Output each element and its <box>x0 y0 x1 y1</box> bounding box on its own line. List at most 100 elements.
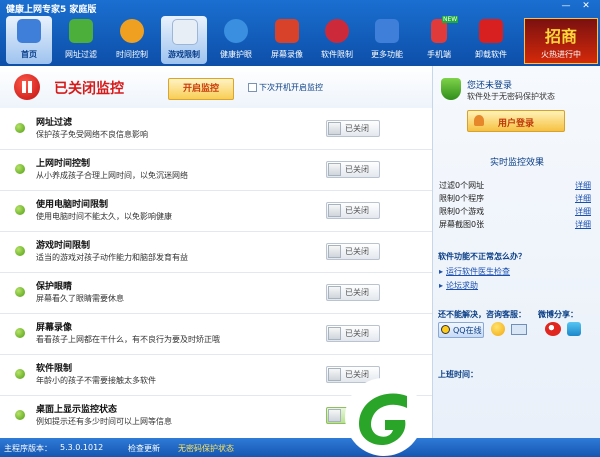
toggle-knob <box>328 286 341 299</box>
feature-desc: 使用电脑时间不能太久，以免影响健康 <box>36 212 172 221</box>
status-dot-icon <box>15 246 25 256</box>
metric-detail-link[interactable]: 详细 <box>575 219 591 230</box>
shield-icon <box>441 78 461 100</box>
close-button[interactable]: ✕ <box>578 1 594 12</box>
consult-title: 还不能解决，咨询客服： <box>438 310 526 319</box>
disc-icon <box>325 19 349 43</box>
metric-detail-link[interactable]: 详细 <box>575 180 591 191</box>
status-dot-icon <box>15 287 25 297</box>
tool-uninstall[interactable]: 卸载软件 <box>468 16 514 64</box>
toggle-knob <box>328 368 341 381</box>
header: 健康上网专家5 家庭版 — ✕ 首页 网址过滤 时间控制 游戏限制 健康护眼 屏… <box>0 0 600 66</box>
status-dot-icon <box>15 369 25 379</box>
start-monitor-button[interactable]: 开启监控 <box>168 78 234 100</box>
toggle-knob <box>328 409 341 422</box>
feature-row-url-filter: 网址过滤 保护孩子免受网络不良信息影响 已关闭 <box>0 108 432 150</box>
link-text: 运行软件医生检查 <box>446 267 511 276</box>
login-button-label: 用户登录 <box>498 119 535 129</box>
qq-online-button[interactable]: QQ在线 <box>438 322 484 338</box>
feature-name: 保护眼睛 <box>36 282 73 292</box>
tencent-weibo-icon[interactable] <box>567 322 581 336</box>
feature-toggle[interactable]: 已关闭 <box>326 243 380 260</box>
feature-toggle[interactable]: 已关闭 <box>326 120 380 137</box>
mail-icon[interactable] <box>511 324 527 335</box>
arrow-icon: ▸ <box>439 267 444 276</box>
feature-row-screen-record: 屏幕录像 看看孩子上网都在干什么，有不良行为要及时矫正哦 已关闭 <box>0 313 432 355</box>
toggle-label: 已关闭 <box>345 247 369 256</box>
feature-desc: 从小养成孩子合理上网时间，以免沉迷网络 <box>36 171 188 180</box>
tool-screen-record[interactable]: 屏幕录像 <box>264 16 310 64</box>
eye-icon <box>224 19 248 43</box>
window-title: 健康上网专家5 家庭版 <box>6 5 97 15</box>
tool-time-control[interactable]: 时间控制 <box>109 16 155 64</box>
tool-eye-care[interactable]: 健康护眼 <box>213 16 259 64</box>
camera-icon <box>275 19 299 43</box>
user-login-button[interactable]: 用户登录 <box>467 110 565 132</box>
toggle-label: 已关闭 <box>345 206 369 215</box>
status-dot-icon <box>15 164 25 174</box>
feature-desc: 年龄小的孩子不需要接触太多软件 <box>36 376 156 385</box>
tool-home[interactable]: 首页 <box>6 16 52 64</box>
status-dot-icon <box>15 205 25 215</box>
version-label: 主程序版本： <box>4 444 52 453</box>
tool-url-filter[interactable]: 网址过滤 <box>58 16 104 64</box>
metric-detail-link[interactable]: 详细 <box>575 193 591 204</box>
monitor-status-title: 已关闭监控 <box>54 81 124 97</box>
right-panel: 您还未登录 软件处于无密码保护状态 用户登录 实时监控效果 过滤0个网址 详细 … <box>432 66 600 442</box>
metric-text: 屏幕截图0张 <box>439 220 485 229</box>
worktime-label: 上班时间： <box>438 370 478 379</box>
weibo-icon[interactable] <box>545 322 561 336</box>
feature-name: 软件限制 <box>36 364 73 374</box>
toggle-label: 已关闭 <box>345 288 369 297</box>
home-icon <box>17 19 41 43</box>
feature-desc: 看看孩子上网都在干什么，有不良行为要及时矫正哦 <box>36 335 220 344</box>
metric-text: 限制0个游戏 <box>439 207 485 216</box>
feature-row-internet-time: 上网时间控制 从小养成孩子合理上网时间，以免沉迷网络 已关闭 <box>0 149 432 191</box>
realtime-title: 实时监控效果 <box>489 158 544 168</box>
metric-text: 过滤0个网址 <box>439 181 485 190</box>
tool-software-limit[interactable]: 软件限制 <box>314 16 360 64</box>
qq-icon <box>441 325 450 334</box>
minimize-button[interactable]: — <box>558 1 574 12</box>
software-doctor-link[interactable]: ▸ 运行软件医生检查 <box>439 266 510 277</box>
share-title: 微博分享： <box>538 310 578 319</box>
promo-banner[interactable]: 招商 火热进行中 <box>524 18 598 64</box>
toggle-knob <box>328 245 341 258</box>
toggle-label: 已关闭 <box>345 329 369 338</box>
tool-mobile[interactable]: NEW 手机端 <box>416 16 462 64</box>
forum-help-link[interactable]: ▸ 论坛求助 <box>439 280 478 291</box>
tool-label: 更多功能 <box>371 50 403 59</box>
toggle-knob <box>328 327 341 340</box>
promo-main-text: 招商 <box>544 27 577 46</box>
login-status-title: 您还未登录 <box>467 81 513 91</box>
feature-desc: 保护孩子免受网络不良信息影响 <box>36 130 148 139</box>
version-value: 5.3.0.1012 <box>60 443 104 452</box>
user-icon <box>474 115 484 126</box>
feature-row-game-time: 游戏时间限制 适当的游戏对孩子动作能力和脑部发育有益 已关闭 <box>0 231 432 273</box>
autostart-checkbox[interactable] <box>248 83 257 92</box>
tool-more[interactable]: 更多功能 <box>364 16 410 64</box>
metric-detail-link[interactable]: 详细 <box>575 206 591 217</box>
feature-toggle[interactable]: 已关闭 <box>326 202 380 219</box>
shield-icon <box>69 19 93 43</box>
check-update-link[interactable]: 检查更新 <box>128 443 160 454</box>
feature-row-eye-care: 保护眼睛 屏幕看久了眼睛需要休息 已关闭 <box>0 272 432 314</box>
feature-toggle[interactable]: 已关闭 <box>326 284 380 301</box>
feature-toggle[interactable]: 已关闭 <box>326 325 380 342</box>
new-badge: NEW <box>442 16 459 23</box>
tool-game-limit[interactable]: 游戏限制 <box>161 16 207 64</box>
arrow-icon: ▸ <box>439 281 444 290</box>
feature-name: 游戏时间限制 <box>36 241 91 251</box>
tool-label: 卸载软件 <box>475 50 507 59</box>
feature-toggle[interactable]: 已关闭 <box>326 161 380 178</box>
watermark-logo <box>345 378 423 456</box>
metric-row: 限制0个程序 详细 <box>439 193 591 205</box>
feature-name: 网址过滤 <box>36 118 73 128</box>
feature-desc: 屏幕看久了眼睛需要休息 <box>36 294 124 303</box>
link-text: 论坛求助 <box>446 281 479 290</box>
smile-icon[interactable] <box>491 322 505 336</box>
pause-icon <box>14 74 40 100</box>
toggle-knob <box>328 204 341 217</box>
feature-name: 桌面上显示监控状态 <box>36 405 118 415</box>
tool-label: 游戏限制 <box>168 50 200 59</box>
